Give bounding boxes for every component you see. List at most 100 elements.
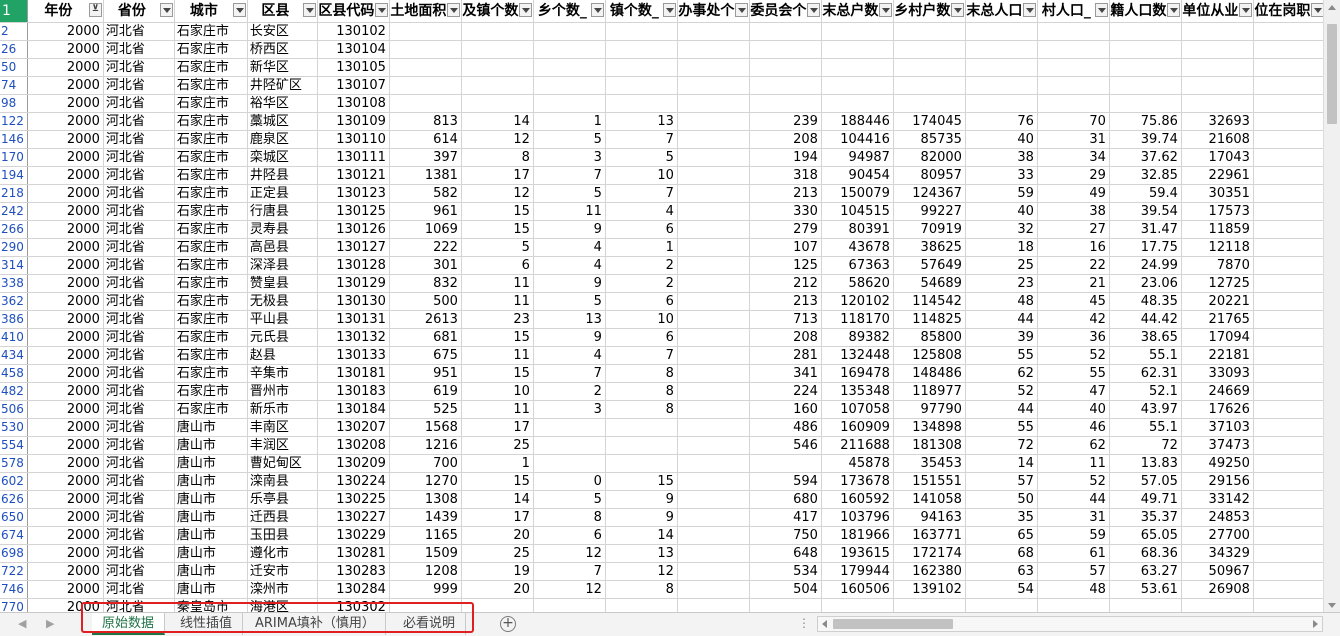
table-cell[interactable]: 5 [533,184,606,203]
table-cell[interactable]: 130302 [317,598,390,612]
table-cell[interactable]: 11 [461,274,534,293]
table-cell[interactable]: 14 [461,112,534,131]
scroll-up-arrow-icon[interactable] [1328,5,1336,10]
row-number[interactable]: 314 [0,256,28,275]
vertical-scroll-thumb[interactable] [1327,24,1337,124]
table-cell[interactable]: 石家庄市 [174,202,248,221]
table-cell[interactable] [1253,274,1326,293]
table-cell[interactable] [605,454,678,473]
table-cell[interactable]: 18 [965,238,1038,257]
table-cell[interactable] [677,364,750,383]
table-cell[interactable]: 2000 [27,238,104,257]
table-cell[interactable] [461,76,534,95]
table-cell[interactable]: 2000 [27,382,104,401]
table-cell[interactable]: 5 [605,148,678,167]
table-cell[interactable]: 2000 [27,58,104,77]
table-cell[interactable] [677,166,750,185]
table-cell[interactable]: 75.86 [1109,112,1182,131]
table-cell[interactable]: 6 [605,292,678,311]
filter-dropdown-icon[interactable] [88,3,102,17]
table-cell[interactable]: 河北省 [103,364,175,383]
column-header[interactable]: 委员会个 [749,0,822,23]
table-cell[interactable]: 57 [965,472,1038,491]
table-cell[interactable] [533,454,606,473]
table-cell[interactable]: 130110 [317,130,390,149]
table-cell[interactable]: 193615 [821,544,894,563]
table-cell[interactable] [605,418,678,437]
table-cell[interactable]: 12 [533,544,606,563]
table-cell[interactable]: 47 [1037,382,1110,401]
table-cell[interactable]: 49 [1037,184,1110,203]
table-cell[interactable]: 石家庄市 [174,22,248,41]
row-number[interactable]: 26 [0,40,28,59]
table-cell[interactable]: 130184 [317,400,390,419]
table-cell[interactable]: 石家庄市 [174,382,248,401]
table-cell[interactable]: 222 [389,238,462,257]
table-cell[interactable]: 2000 [27,130,104,149]
table-cell[interactable]: 38625 [893,238,966,257]
table-cell[interactable]: 河北省 [103,526,175,545]
table-cell[interactable]: 546 [749,436,822,455]
table-cell[interactable]: 54 [965,580,1038,599]
column-header[interactable]: 单位从业 [1181,0,1254,23]
table-cell[interactable]: 70919 [893,220,966,239]
table-cell[interactable]: 103796 [821,508,894,527]
column-header[interactable]: 末总人口 [965,0,1038,23]
table-cell[interactable]: 52 [965,382,1038,401]
table-cell[interactable]: 173678 [821,472,894,491]
table-cell[interactable]: 秦皇岛市 [174,598,248,612]
table-cell[interactable]: 27700 [1181,526,1254,545]
table-cell[interactable] [677,328,750,347]
table-cell[interactable]: 2000 [27,562,104,581]
table-cell[interactable]: 唐山市 [174,436,248,455]
row-number[interactable]: 122 [0,112,28,131]
table-cell[interactable]: 130128 [317,256,390,275]
table-cell[interactable]: 163771 [893,526,966,545]
table-cell[interactable]: 61 [1037,544,1110,563]
table-cell[interactable]: 2000 [27,598,104,612]
table-cell[interactable]: 130225 [317,490,390,509]
table-cell[interactable]: 25 [461,436,534,455]
filter-dropdown-icon[interactable] [374,3,388,17]
table-cell[interactable]: 河北省 [103,292,175,311]
table-cell[interactable] [677,58,750,77]
table-cell[interactable]: 35453 [893,454,966,473]
table-cell[interactable]: 1 [605,238,678,257]
table-cell[interactable]: 208 [749,130,822,149]
column-header[interactable]: 省份 [103,0,175,23]
table-cell[interactable]: 89382 [821,328,894,347]
table-cell[interactable]: 2000 [27,22,104,41]
table-cell[interactable]: 181966 [821,526,894,545]
row-number[interactable]: 50 [0,58,28,77]
table-cell[interactable]: 48 [1037,580,1110,599]
filter-dropdown-icon[interactable] [1166,3,1180,17]
table-cell[interactable]: 2000 [27,292,104,311]
table-cell[interactable]: 648 [749,544,822,563]
filter-dropdown-icon[interactable] [590,3,604,17]
table-cell[interactable]: 滦南县 [247,472,318,491]
table-cell[interactable] [1253,580,1326,599]
filter-dropdown-icon[interactable] [1310,3,1324,17]
table-cell[interactable] [677,40,750,59]
table-cell[interactable]: 1270 [389,472,462,491]
table-cell[interactable]: 55.1 [1109,346,1182,365]
table-cell[interactable]: 乐亭县 [247,490,318,509]
table-cell[interactable] [677,436,750,455]
table-cell[interactable]: 130284 [317,580,390,599]
table-cell[interactable] [749,40,822,59]
table-cell[interactable] [677,382,750,401]
column-header[interactable]: 年份 [27,0,104,23]
table-cell[interactable]: 深泽县 [247,256,318,275]
row-number[interactable]: 290 [0,238,28,257]
table-cell[interactable]: 滦州市 [247,580,318,599]
table-cell[interactable]: 2000 [27,40,104,59]
table-cell[interactable]: 301 [389,256,462,275]
table-cell[interactable]: 31 [1037,130,1110,149]
table-cell[interactable]: 2000 [27,526,104,545]
table-cell[interactable]: 唐山市 [174,580,248,599]
table-cell[interactable] [749,58,822,77]
table-cell[interactable]: 2000 [27,256,104,275]
table-cell[interactable]: 46 [1037,418,1110,437]
tab-split-handle[interactable]: ⋮ [798,617,810,629]
table-cell[interactable]: 17.75 [1109,238,1182,257]
